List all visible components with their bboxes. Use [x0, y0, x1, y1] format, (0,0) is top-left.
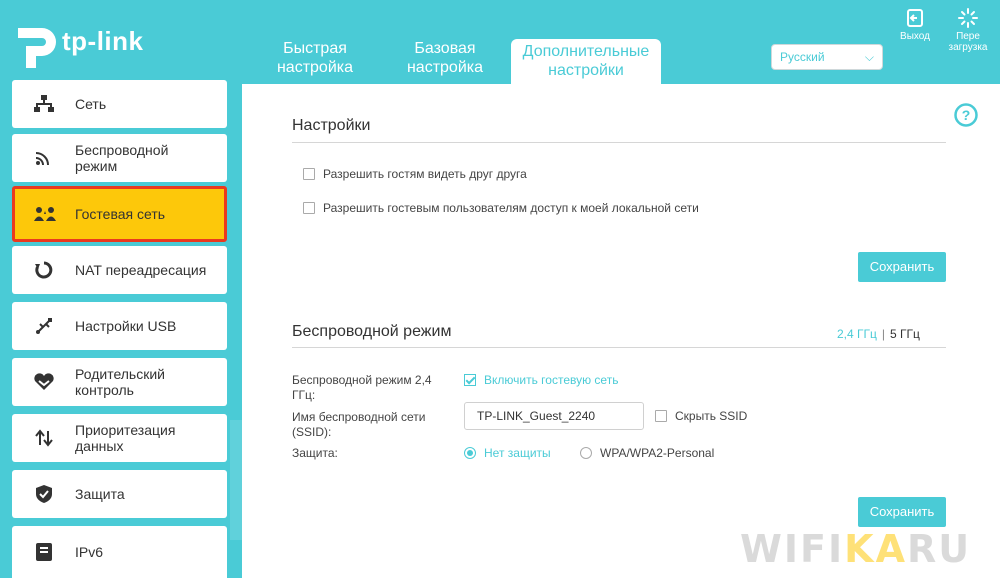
tab-label: Дополнительные настройки: [522, 43, 650, 79]
shield-icon: [12, 485, 75, 503]
checkbox-label: Включить гостевую сеть: [484, 373, 619, 387]
enable-guest-network-checkbox[interactable]: Включить гостевую сеть: [464, 373, 618, 387]
parental-control-icon: [12, 373, 75, 391]
band-5-link[interactable]: 5 ГГц: [890, 327, 920, 341]
reboot-label-line2: загрузка: [948, 42, 988, 53]
checkbox[interactable]: [655, 410, 667, 422]
sidebar-item-label: Сеть: [75, 96, 107, 112]
radio-label: Нет защиты: [484, 446, 551, 460]
watermark-left: WIFI: [740, 527, 845, 571]
qos-icon: [12, 429, 75, 447]
brand-name: tp-link: [62, 26, 144, 56]
checkbox-checked[interactable]: [464, 374, 476, 386]
svg-text:?: ?: [962, 107, 971, 123]
tab-quick-setup[interactable]: Быстрая настройка: [262, 39, 368, 83]
sidebar-item-label: Приоритезация данных: [75, 422, 176, 454]
sidebar-item-usb[interactable]: Настройки USB: [12, 302, 227, 350]
hide-ssid-checkbox[interactable]: Скрыть SSID: [655, 409, 747, 423]
checkbox-label: Разрешить гостевым пользователям доступ …: [323, 201, 699, 215]
checkbox-label: Скрыть SSID: [675, 409, 748, 423]
wireless-mode-label: Беспроводной режим 2,4 ГГц:: [292, 373, 432, 402]
sidebar-item-label: IPv6: [75, 544, 104, 560]
sidebar-item-label: Беспроводной режим: [75, 142, 169, 174]
usb-icon: [12, 317, 75, 335]
sidebar-item-network[interactable]: Сеть: [12, 80, 227, 128]
language-selected: Русский: [780, 50, 825, 64]
network-icon: [12, 95, 75, 113]
reboot-icon: [958, 8, 978, 28]
band-24-link[interactable]: 2,4 ГГц: [837, 327, 877, 341]
sidebar-item-ipv6[interactable]: IPv6: [12, 526, 227, 578]
tab-basic-settings[interactable]: Базовая настройка: [392, 39, 498, 83]
security-option-none[interactable]: Нет защиты: [464, 446, 551, 460]
security-option-wpa[interactable]: WPA/WPA2-Personal: [580, 446, 714, 460]
logout-icon: [907, 9, 923, 27]
save-wireless-button[interactable]: Сохранить: [858, 497, 946, 527]
radio-selected[interactable]: [464, 447, 476, 459]
checkbox[interactable]: [303, 168, 315, 180]
ipv6-icon: [12, 543, 75, 561]
background-decoration: [230, 420, 242, 540]
ssid-input[interactable]: TP-LINK_Guest_2240: [464, 402, 644, 430]
help-icon[interactable]: ?: [954, 103, 978, 132]
chevron-down-icon: ⌵: [864, 50, 874, 64]
sidebar-item-guest-network[interactable]: Гостевая сеть: [12, 186, 227, 242]
save-settings-button[interactable]: Сохранить: [858, 252, 946, 282]
watermark: WIFIKARU: [740, 527, 971, 571]
security-label: Защита:: [292, 446, 338, 460]
divider: [292, 347, 946, 348]
sidebar-item-label: Защита: [75, 486, 125, 502]
wireless-title: Беспроводной режим: [292, 323, 452, 340]
watermark-mid: KA: [844, 527, 908, 571]
radio[interactable]: [580, 447, 592, 459]
radio-label: WPA/WPA2-Personal: [600, 446, 715, 460]
nat-icon: [12, 261, 75, 279]
tab-label: Базовая настройка: [406, 40, 484, 76]
sidebar-item-qos[interactable]: Приоритезация данных: [12, 414, 227, 462]
sidebar-item-label: Настройки USB: [75, 318, 177, 334]
band-separator: |: [881, 327, 886, 341]
tab-label: Быстрая настройка: [276, 40, 354, 76]
watermark-right: RU: [907, 527, 972, 571]
settings-title: Настройки: [292, 117, 371, 134]
sidebar-item-nat[interactable]: NAT переадресация: [12, 246, 227, 294]
wireless-icon: [12, 150, 75, 166]
guest-network-icon: [15, 206, 75, 222]
sidebar-item-label: Гостевая сеть: [75, 206, 166, 222]
logout-button[interactable]: Выход: [892, 8, 938, 42]
divider: [292, 142, 946, 143]
sidebar-item-label: Родительский контроль: [75, 366, 165, 398]
sidebar-item-wireless[interactable]: Беспроводной режим: [12, 134, 227, 182]
sidebar-item-label: NAT переадресация: [75, 262, 207, 278]
ssid-label: Имя беспроводной сети (SSID):: [292, 410, 426, 439]
allow-guests-see-each-other-checkbox[interactable]: Разрешить гостям видеть друг друга: [303, 167, 527, 181]
reboot-label-line1: Пере: [956, 31, 980, 42]
sidebar-item-security[interactable]: Защита: [12, 470, 227, 518]
checkbox[interactable]: [303, 202, 315, 214]
allow-guests-local-access-checkbox[interactable]: Разрешить гостевым пользователям доступ …: [303, 201, 699, 215]
band-switch: 2,4 ГГц | 5 ГГц: [837, 327, 920, 341]
checkbox-label: Разрешить гостям видеть друг друга: [323, 167, 527, 181]
logout-label: Выход: [900, 31, 930, 42]
sidebar-item-parental-control[interactable]: Родительский контроль: [12, 358, 227, 406]
reboot-button[interactable]: Пере загрузка: [945, 8, 991, 53]
tab-advanced-settings[interactable]: Дополнительные настройки: [511, 39, 661, 84]
language-select[interactable]: Русский ⌵: [771, 44, 883, 70]
